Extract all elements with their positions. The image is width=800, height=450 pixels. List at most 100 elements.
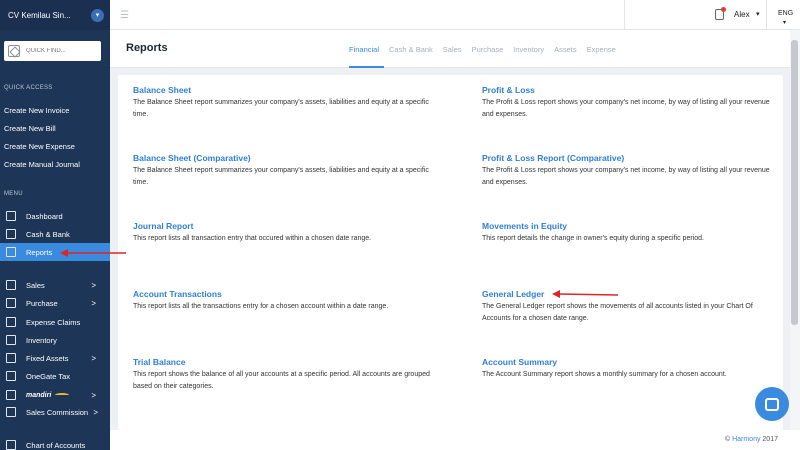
report-description: The Profit & Loss report shows your comp… — [482, 99, 770, 118]
report-link[interactable]: Journal Report — [133, 221, 443, 231]
report-description: The Account Summary report shows a month… — [482, 371, 727, 378]
menu-label: MENU — [4, 191, 23, 197]
quick-access-label: QUICK ACCESS — [4, 85, 53, 91]
sidebar-item-cash-bank[interactable]: Cash & Bank — [0, 225, 110, 243]
quick-find-icon — [8, 45, 20, 57]
top-bar: ☰ Alex ▾ ENG ▾ — [110, 0, 800, 30]
dashboard-icon — [6, 211, 16, 221]
copyright: © Harmony 2017 — [724, 436, 778, 443]
sidebar-item-sales-commission[interactable]: Sales Commission > — [0, 403, 110, 421]
sales-icon — [6, 280, 16, 290]
sidebar-item-mandiri[interactable]: mandiri > — [0, 386, 110, 404]
chat-button[interactable] — [755, 387, 789, 421]
mandiri-wave-icon — [55, 393, 70, 397]
scrollbar[interactable] — [790, 30, 800, 450]
report-description: This report shows the balance of all you… — [133, 371, 430, 390]
report-card-balance-sheet-comparative: Balance Sheet (Comparative) The Balance … — [133, 153, 443, 189]
quick-access-create-journal[interactable]: Create Manual Journal — [4, 160, 80, 169]
scrollbar-thumb[interactable] — [791, 40, 798, 325]
commission-icon — [6, 407, 16, 417]
language-selector[interactable]: ENG — [778, 10, 793, 17]
report-description: The Balance Sheet report summarizes your… — [133, 99, 429, 118]
tab-assets[interactable]: Assets — [554, 30, 582, 68]
divider — [624, 0, 625, 30]
sidebar-item-onegate-tax[interactable]: OneGate Tax — [0, 367, 110, 385]
report-card-account-summary: Account Summary The Account Summary repo… — [482, 357, 772, 381]
sidebar-item-dashboard[interactable]: Dashboard — [0, 207, 110, 225]
mandiri-logo: mandiri — [26, 391, 52, 399]
page-title: Reports — [126, 42, 168, 54]
chevron-down-icon[interactable]: ▾ — [756, 10, 760, 18]
receipt-icon — [6, 317, 16, 327]
chevron-right-icon: > — [91, 280, 96, 290]
sidebar-item-purchase[interactable]: Purchase > — [0, 294, 110, 312]
sidebar-item-inventory[interactable]: Inventory — [0, 331, 110, 349]
report-card-profit-loss-comparative: Profit & Loss Report (Comparative) The P… — [482, 153, 772, 189]
chevron-right-icon: > — [93, 407, 98, 417]
report-link[interactable]: Account Transactions — [133, 289, 443, 299]
chevron-down-icon[interactable]: ▾ — [91, 8, 104, 22]
tax-icon — [6, 371, 16, 381]
annotation-arrow-reports — [60, 249, 126, 257]
annotation-arrow-general-ledger — [552, 290, 619, 298]
tab-cash-bank[interactable]: Cash & Bank — [389, 30, 438, 68]
quick-access-create-expense[interactable]: Create New Expense — [4, 142, 75, 151]
report-description: This report lists all the transactions e… — [133, 303, 389, 310]
tab-inventory[interactable]: Inventory — [513, 30, 549, 68]
chevron-right-icon: > — [91, 390, 96, 400]
chevron-right-icon: > — [91, 298, 96, 308]
report-link[interactable]: Profit & Loss Report (Comparative) — [482, 153, 772, 163]
report-link[interactable]: Account Summary — [482, 357, 772, 367]
sidebar-item-fixed-assets[interactable]: Fixed Assets > — [0, 349, 110, 367]
sidebar-item-chart-of-accounts[interactable]: Chart of Accounts — [0, 436, 110, 450]
tab-purchase[interactable]: Purchase — [472, 30, 509, 68]
report-description: The Balance Sheet report summarizes your… — [133, 167, 429, 186]
footer: © Harmony 2017 — [110, 430, 800, 450]
report-card-general-ledger: General Ledger The General Ledger report… — [482, 289, 772, 325]
quick-access-create-invoice[interactable]: Create New Invoice — [4, 106, 69, 115]
building-icon — [6, 353, 16, 363]
bank-icon — [6, 229, 16, 239]
box-icon — [6, 335, 16, 345]
report-link[interactable]: Balance Sheet — [133, 85, 443, 95]
report-card-profit-loss: Profit & Loss The Profit & Loss report s… — [482, 85, 772, 121]
report-card-balance-sheet: Balance Sheet The Balance Sheet report s… — [133, 85, 443, 121]
report-card-account-transactions: Account Transactions This report lists a… — [133, 289, 443, 313]
chart-icon — [6, 247, 16, 257]
report-link[interactable]: Profit & Loss — [482, 85, 772, 95]
company-name: CV Kemilau Sin... — [8, 10, 71, 20]
tab-expense[interactable]: Expense — [587, 30, 621, 68]
chat-icon — [765, 397, 779, 411]
mandiri-icon — [6, 390, 16, 400]
quick-find[interactable] — [4, 41, 101, 61]
accounts-icon — [6, 440, 16, 450]
sidebar-item-sales[interactable]: Sales > — [0, 276, 110, 294]
user-menu[interactable]: Alex — [734, 10, 750, 19]
report-card-movements-in-equity: Movements in Equity This report details … — [482, 221, 772, 245]
report-link[interactable]: Trial Balance — [133, 357, 443, 367]
chevron-right-icon: > — [91, 353, 96, 363]
company-switcher[interactable]: CV Kemilau Sin... ▾ — [0, 0, 110, 30]
report-link[interactable]: Movements in Equity — [482, 221, 772, 231]
tab-financial[interactable]: Financial — [349, 30, 385, 68]
quick-find-input[interactable] — [26, 48, 96, 54]
report-description: This report lists all transaction entry … — [133, 235, 372, 242]
cart-icon — [6, 298, 16, 308]
report-description: The General Ledger report shows the move… — [482, 303, 753, 322]
page-header: Reports Financial Cash & Bank Sales Purc… — [110, 30, 800, 68]
quick-access-create-bill[interactable]: Create New Bill — [4, 124, 56, 133]
brand-link[interactable]: Harmony — [732, 436, 760, 443]
hamburger-menu-icon[interactable]: ☰ — [120, 10, 129, 21]
reports-panel: Balance Sheet The Balance Sheet report s… — [118, 75, 783, 430]
divider — [766, 0, 767, 30]
chevron-down-icon[interactable]: ▾ — [783, 19, 786, 26]
sidebar-item-expense-claims[interactable]: Expense Claims — [0, 313, 110, 331]
report-tabs: Financial Cash & Bank Sales Purchase Inv… — [349, 30, 626, 68]
report-card-trial-balance: Trial Balance This report shows the bala… — [133, 357, 443, 393]
report-card-journal: Journal Report This report lists all tra… — [133, 221, 443, 245]
tab-sales[interactable]: Sales — [443, 30, 467, 68]
notification-badge — [721, 7, 726, 12]
report-link[interactable]: Balance Sheet (Comparative) — [133, 153, 443, 163]
report-description: The Profit & Loss report shows your comp… — [482, 167, 770, 186]
report-link[interactable]: General Ledger — [482, 289, 772, 299]
